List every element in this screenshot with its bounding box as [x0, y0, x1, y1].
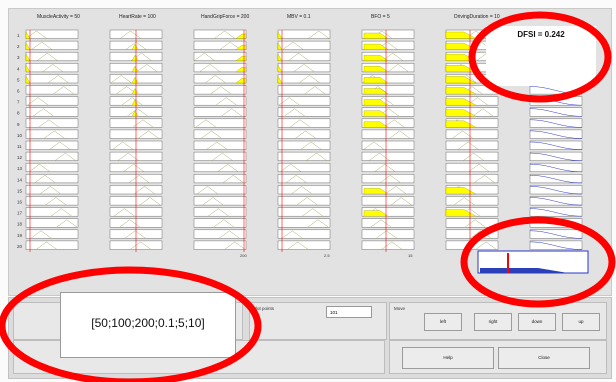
rule-number: 18: [17, 222, 23, 227]
rule-cell: [445, 151, 499, 161]
rule-number: 16: [17, 200, 23, 205]
rule-cell: [361, 218, 415, 228]
rule-number: 9: [17, 122, 20, 127]
rule-number: 20: [17, 244, 23, 249]
rule-cell: [25, 162, 79, 173]
rule-number: 2: [17, 44, 20, 49]
rule-cell: [25, 129, 79, 139]
axis-max-label: 2.5: [324, 253, 330, 258]
rule-cell: [25, 140, 79, 150]
rule-cell: [25, 185, 79, 195]
rule-number: 15: [17, 188, 23, 193]
help-button[interactable]: Help: [402, 347, 494, 369]
output-dfsi-panel: DFSI = 0.242: [486, 26, 596, 86]
close-button[interactable]: Close: [498, 347, 590, 369]
rule-number: 12: [17, 155, 23, 160]
rule-cell: [277, 240, 331, 250]
rule-cell: [277, 118, 331, 128]
rule-cell: [277, 40, 331, 50]
rule-cell: [193, 140, 247, 150]
rule-cell: [25, 174, 79, 184]
rule-cell: [277, 51, 331, 62]
dfsi-title: DFSI = 0.242: [517, 30, 565, 39]
rule-cell: [25, 29, 79, 39]
rule-cell: [25, 196, 79, 206]
rule-viewer-window: MuscleActivity = 50 HeartRate = 100 Hand…: [0, 0, 616, 382]
rule-cell: [277, 85, 331, 95]
rule-cell: [193, 151, 247, 161]
move-left-button[interactable]: left: [424, 313, 462, 331]
rule-cell: [277, 96, 331, 106]
rule-number: 8: [17, 111, 20, 116]
axis-max-label: 15: [408, 253, 413, 258]
rule-cell: [277, 229, 331, 239]
rule-number: 6: [17, 89, 20, 94]
rule-number: 19: [17, 233, 23, 238]
rule-cell: [193, 240, 247, 250]
rule-cell: [277, 140, 331, 150]
move-label: Move: [394, 306, 406, 311]
rule-cell: [277, 185, 331, 195]
rule-cell: [277, 129, 331, 139]
rule-cell: [277, 196, 331, 206]
move-right-button[interactable]: right: [474, 313, 512, 331]
input-value: [50;100;200;0.1;5;10]: [91, 316, 205, 330]
rule-cell: [25, 151, 79, 161]
move-panel: Move left right down up: [389, 302, 607, 340]
rule-cell: [445, 218, 499, 228]
rule-number: 7: [17, 100, 20, 105]
plot-points-label: Plot points: [253, 306, 275, 311]
rule-cell: [445, 196, 499, 206]
rule-number: 3: [17, 55, 20, 60]
move-up-button[interactable]: up: [562, 313, 600, 331]
rule-number: 10: [17, 133, 23, 138]
rule-cell: [25, 229, 79, 239]
rule-cell: [193, 218, 247, 228]
rule-cell: [361, 129, 415, 139]
rule-cell: [193, 107, 247, 117]
rule-cell: [193, 96, 247, 106]
move-down-button[interactable]: down: [518, 313, 556, 331]
rule-number: 5: [17, 77, 20, 82]
rule-number: 11: [17, 144, 22, 149]
rule-number: 14: [17, 177, 23, 182]
rule-cell: [277, 29, 331, 39]
axis-max-label: 200: [240, 253, 247, 258]
plot-points-input[interactable]: 101: [326, 306, 372, 318]
rule-cell: [25, 85, 79, 95]
input-field[interactable]: [50;100;200;0.1;5;10]: [60, 292, 236, 358]
rule-cell: [25, 218, 79, 228]
rule-cell: [361, 240, 415, 250]
rule-cell: [193, 162, 247, 173]
rule-number: 13: [17, 166, 23, 171]
rule-cell: [25, 240, 79, 250]
rule-cell: [277, 162, 331, 173]
rule-cell: [361, 162, 415, 173]
rule-cell: [193, 207, 247, 217]
rule-cell: [277, 151, 331, 161]
rule-cell: [193, 196, 247, 206]
rule-cell: [445, 174, 499, 184]
rule-number: 4: [17, 66, 20, 71]
rule-cell: [445, 140, 499, 150]
rule-cell: [25, 118, 79, 128]
rule-cell: [25, 40, 79, 50]
rule-cell: [277, 74, 331, 84]
actions-panel: Help Close: [389, 340, 607, 374]
rule-number: 17: [17, 211, 23, 216]
rule-cell: [361, 196, 415, 206]
rule-cell: [361, 174, 415, 184]
rule-cell: [193, 185, 247, 195]
rule-cell: [193, 174, 247, 184]
rule-cell: [445, 162, 499, 173]
rule-cell: [277, 174, 331, 184]
rule-cell: [25, 74, 79, 84]
rule-cell: [361, 229, 415, 239]
rule-number: 1: [17, 33, 20, 38]
